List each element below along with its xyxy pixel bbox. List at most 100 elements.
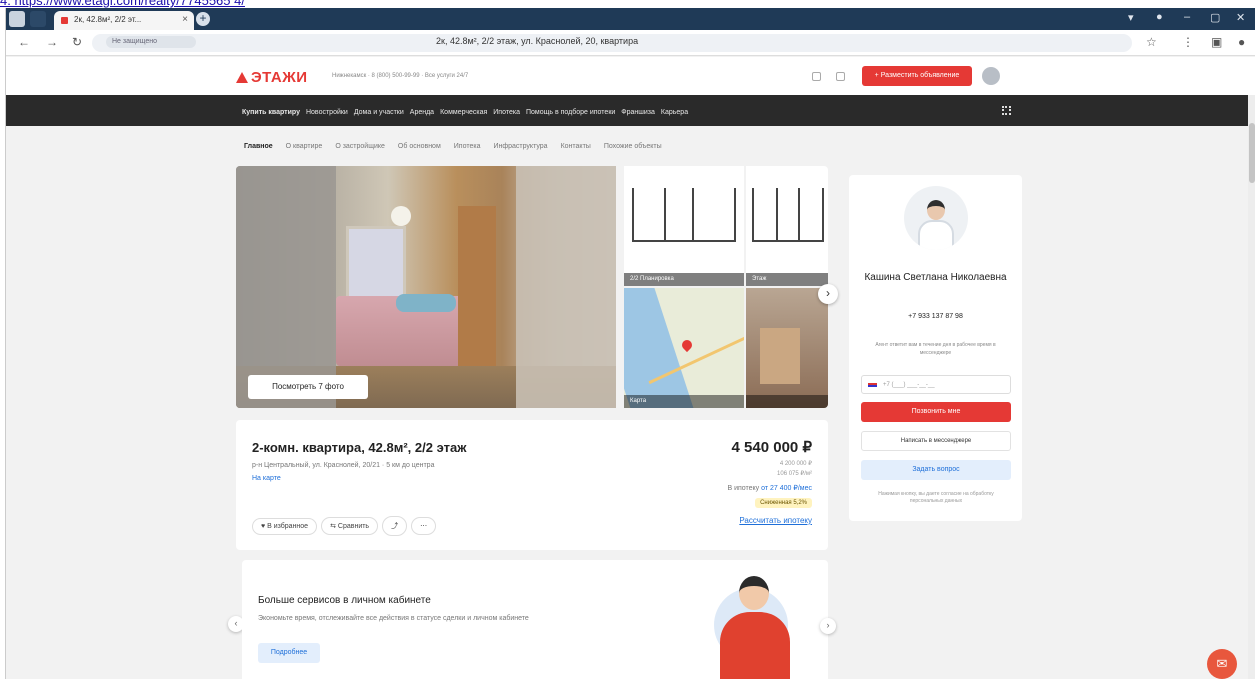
plan2-room xyxy=(776,188,800,242)
favorites-icon[interactable] xyxy=(812,72,821,81)
mortgage-value[interactable]: от 27 400 ₽/мес xyxy=(761,485,812,492)
subnav-tab[interactable]: О застройщике xyxy=(335,143,385,150)
listing-url-link[interactable]: 4. https://www.etagi.com/realty/7745565 … xyxy=(0,0,245,8)
tab-group-icon[interactable] xyxy=(30,11,46,27)
forward-icon[interactable]: → xyxy=(46,35,58,49)
photo-window xyxy=(346,226,406,306)
tab-menu-icon[interactable] xyxy=(9,11,25,27)
plan2-caption: Этаж xyxy=(746,273,828,286)
phone-input[interactable]: +7 (___) ___-__-__ xyxy=(861,375,1011,394)
agent-name[interactable]: Кашина Светлана Николаевна xyxy=(849,269,1022,286)
security-chip[interactable]: Не защищено xyxy=(106,36,196,48)
back-icon[interactable]: ← xyxy=(18,35,30,49)
agent-avatar xyxy=(904,186,968,250)
old-price: 4 200 000 ₽ xyxy=(779,461,812,467)
gallery-next-chevron-right-icon[interactable]: › xyxy=(818,284,838,304)
maximize-icon[interactable]: ▢ xyxy=(1210,11,1220,24)
new-tab-icon[interactable]: + xyxy=(196,12,210,26)
menu-item[interactable]: Помощь в подборе ипотеки xyxy=(526,109,615,116)
scrollbar-thumb[interactable] xyxy=(1249,123,1255,183)
menu-item[interactable]: Франшиза xyxy=(621,109,655,116)
page-scrollbar[interactable] xyxy=(1248,95,1255,679)
chat-icon[interactable]: ✉ xyxy=(1207,649,1237,679)
menu-item[interactable]: Новостройки xyxy=(306,109,348,116)
price-per-sqm: 106 075 ₽/м² xyxy=(777,471,812,477)
menu-item[interactable]: Карьера xyxy=(661,109,688,116)
subnav-tab[interactable]: Главное xyxy=(244,143,273,150)
listing-price: 4 540 000 ₽ xyxy=(731,439,812,456)
call-me-button[interactable]: Позвонить мне xyxy=(861,402,1011,422)
subnav-tab[interactable]: Ипотека xyxy=(454,143,481,150)
reload-icon[interactable]: ↻ xyxy=(72,35,82,49)
agent-phone[interactable]: +7 933 137 87 98 xyxy=(849,313,1022,320)
flag-ru-icon xyxy=(868,381,877,387)
close-tab-icon[interactable]: × xyxy=(182,14,188,25)
listing-action-button[interactable]: ⤴ xyxy=(382,516,408,536)
photo-gallery[interactable]: Посмотреть 7 фото 2/2 Планировка Этаж Ка… xyxy=(236,166,828,408)
subnav-tab[interactable]: О квартире xyxy=(286,143,323,150)
tab-search-icon[interactable]: ▾ xyxy=(1128,11,1134,24)
menu-grid-icon[interactable] xyxy=(1002,106,1011,115)
promo-subtitle: Экономьте время, отслеживайте все действ… xyxy=(258,615,529,622)
map-caption: Карта xyxy=(624,395,744,408)
photo-blur-right xyxy=(516,166,616,408)
bookmark-star-icon[interactable]: ☆ xyxy=(1146,35,1157,49)
photo-door xyxy=(458,206,496,366)
write-messenger-button[interactable]: Написать в мессенджере xyxy=(861,431,1011,451)
agent-card: Кашина Светлана Николаевна +7 933 137 87… xyxy=(849,175,1022,521)
promo-more-button[interactable]: Подробнее xyxy=(258,643,320,663)
map-thumb[interactable]: Карта xyxy=(624,288,744,408)
user-avatar-icon[interactable] xyxy=(982,67,1000,85)
calc-mortgage-link[interactable]: Рассчитать ипотеку xyxy=(739,516,812,525)
tab-bar: 2к, 42.8м², 2/2 эт... × + ▾ ● – ▢ ✕ xyxy=(6,8,1255,30)
agent-avatar-body xyxy=(918,220,954,250)
photo-lamp xyxy=(391,206,411,226)
menu-item[interactable]: Купить квартиру xyxy=(242,109,300,116)
listing-title: 2-комн. квартира, 42.8м², 2/2 этаж xyxy=(252,440,467,455)
url-link-strip[interactable]: 4. https://www.etagi.com/realty/7745565 … xyxy=(0,0,1255,8)
plan-room xyxy=(664,188,694,242)
photo-thumb[interactable] xyxy=(746,288,828,408)
listing-action-button[interactable]: ⇆ Сравнить xyxy=(321,517,379,535)
subnav-tab[interactable]: Похожие объекты xyxy=(604,143,662,150)
compare-icon[interactable] xyxy=(836,72,845,81)
browser-tab[interactable]: 2к, 42.8м², 2/2 эт... × xyxy=(54,11,194,30)
floor-plan-thumb[interactable]: 2/2 Планировка xyxy=(624,166,744,286)
promo-illustration-head xyxy=(739,576,769,610)
main-photo[interactable]: Посмотреть 7 фото xyxy=(236,166,616,408)
sidebar-icon[interactable]: ▣ xyxy=(1211,35,1222,49)
subnav-tab[interactable]: Инфраструктура xyxy=(493,143,547,150)
subnav-tab[interactable]: Контакты xyxy=(561,143,591,150)
listing-action-button[interactable]: ⋯ xyxy=(411,517,437,535)
profile-icon[interactable]: ● xyxy=(1156,11,1163,23)
menu-item[interactable]: Ипотека xyxy=(493,109,520,116)
listing-subnav: Главное О квартире О застройщике Об основно… xyxy=(244,139,675,151)
agent-note: Агент ответит вам в течение дня в рабоче… xyxy=(875,342,996,356)
main-menu: Купить квартиру Новостройки Дома и участки… xyxy=(6,95,1255,126)
photo-pillow xyxy=(396,294,456,312)
menu-item[interactable]: Аренда xyxy=(410,109,434,116)
listing-action-button[interactable]: ♥ В избранное xyxy=(252,518,318,535)
floor-plan-thumb-2[interactable]: Этаж xyxy=(746,166,828,286)
promo-next-chevron-right-icon[interactable]: › xyxy=(820,618,836,634)
promo-card: Больше сервисов в личном кабинете Эконом… xyxy=(242,560,828,679)
etagi-logo[interactable]: ЭТАЖИ xyxy=(236,69,308,86)
minimize-icon[interactable]: – xyxy=(1184,11,1190,23)
on-map-link[interactable]: На карте xyxy=(252,475,281,482)
address-text[interactable]: 2к, 42.8м², 2/2 этаж, ул. Краснолей, 20,… xyxy=(436,36,638,46)
main-menu-items: Купить квартиру Новостройки Дома и участки… xyxy=(242,105,694,117)
extensions-icon[interactable]: ⋮ xyxy=(1182,35,1194,49)
ask-question-button[interactable]: Задать вопрос xyxy=(861,460,1011,480)
post-listing-button[interactable]: + Разместить объявление xyxy=(862,66,972,86)
menu-item[interactable]: Коммерческая xyxy=(440,109,487,116)
close-window-icon[interactable]: ✕ xyxy=(1236,11,1245,24)
listing-address[interactable]: р-н Центральный, ул. Краснолей, 20/21 · … xyxy=(252,462,434,469)
city-selector[interactable]: Нижнекамск · 8 (800) 500-99-99 · Все усл… xyxy=(332,73,468,79)
account-icon[interactable]: ● xyxy=(1238,35,1245,49)
subnav-tab[interactable]: Об основном xyxy=(398,143,441,150)
show-photos-button[interactable]: Посмотреть 7 фото xyxy=(248,375,368,399)
plan-caption: 2/2 Планировка xyxy=(624,273,744,286)
menu-item[interactable]: Дома и участки xyxy=(354,109,404,116)
photo-blur-left xyxy=(236,166,336,408)
agent-avatar-head xyxy=(927,200,945,220)
